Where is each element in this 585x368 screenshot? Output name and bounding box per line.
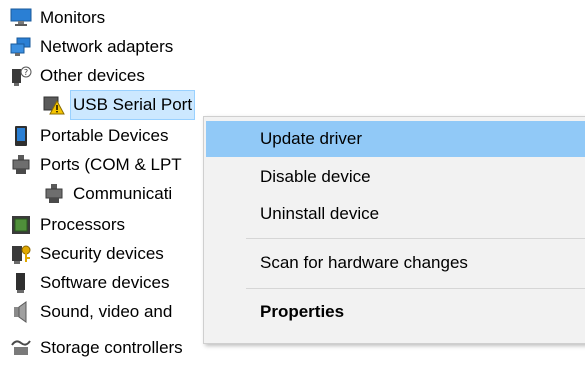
tree-item-storage-controllers[interactable]: Storage controllers (10, 334, 185, 362)
menu-item-label: Scan for hardware changes (260, 253, 468, 272)
warning-device-icon (43, 94, 65, 116)
menu-item-properties[interactable]: Properties (206, 294, 585, 330)
tree-item-monitors[interactable]: Monitors (10, 4, 107, 32)
tree-item-ports[interactable]: Ports (COM & LPT (10, 151, 184, 179)
tree-item-network-adapters[interactable]: Network adapters (10, 33, 175, 61)
monitor-icon (10, 7, 32, 29)
port-icon (43, 183, 65, 205)
menu-item-update-driver[interactable]: Update driver (206, 121, 585, 157)
tree-item-software-devices[interactable]: Software devices (10, 269, 171, 297)
tree-item-label: Communicati (73, 184, 173, 203)
menu-item-label: Disable device (260, 167, 371, 186)
speaker-icon (10, 301, 32, 323)
tree-item-label: Software devices (40, 273, 170, 292)
portable-device-icon (10, 125, 32, 147)
menu-separator (246, 288, 585, 289)
tree-item-label: Monitors (40, 8, 106, 27)
menu-item-disable-device[interactable]: Disable device (206, 159, 585, 195)
software-device-icon (10, 272, 32, 294)
svg-text:?: ? (24, 68, 28, 77)
tree-item-sound-video[interactable]: Sound, video and (10, 298, 174, 326)
tree-item-label: Network adapters (40, 37, 174, 56)
unknown-device-icon: ? (10, 65, 32, 87)
tree-item-communications-port[interactable]: Communicati (43, 180, 174, 208)
tree-item-label: Sound, video and (40, 302, 173, 321)
tree-item-portable-devices[interactable]: Portable Devices (10, 122, 171, 150)
context-menu: Update driver Disable device Uninstall d… (203, 116, 585, 344)
menu-item-label: Update driver (260, 129, 363, 148)
tree-item-label: Storage controllers (40, 338, 183, 357)
tree-item-label: Other devices (40, 66, 145, 85)
tree-item-label: USB Serial Port (69, 90, 196, 120)
menu-item-uninstall-device[interactable]: Uninstall device (206, 196, 585, 232)
menu-item-label: Properties (260, 302, 345, 321)
processor-icon (10, 214, 32, 236)
port-icon (10, 154, 32, 176)
tree-item-usb-serial-port[interactable]: USB Serial Port (43, 90, 196, 120)
tree-item-security-devices[interactable]: Security devices (10, 240, 166, 268)
menu-item-scan-hardware-changes[interactable]: Scan for hardware changes (206, 245, 585, 281)
security-device-icon (10, 243, 32, 265)
tree-item-label: Security devices (40, 244, 164, 263)
tree-item-processors[interactable]: Processors (10, 211, 127, 239)
tree-item-other-devices[interactable]: ? Other devices (10, 62, 147, 90)
tree-item-label: Portable Devices (40, 126, 169, 145)
menu-separator (246, 238, 585, 239)
menu-item-label: Uninstall device (260, 204, 380, 223)
network-adapter-icon (10, 36, 32, 58)
tree-item-label: Processors (40, 215, 126, 234)
tree-item-label: Ports (COM & LPT (40, 155, 182, 174)
